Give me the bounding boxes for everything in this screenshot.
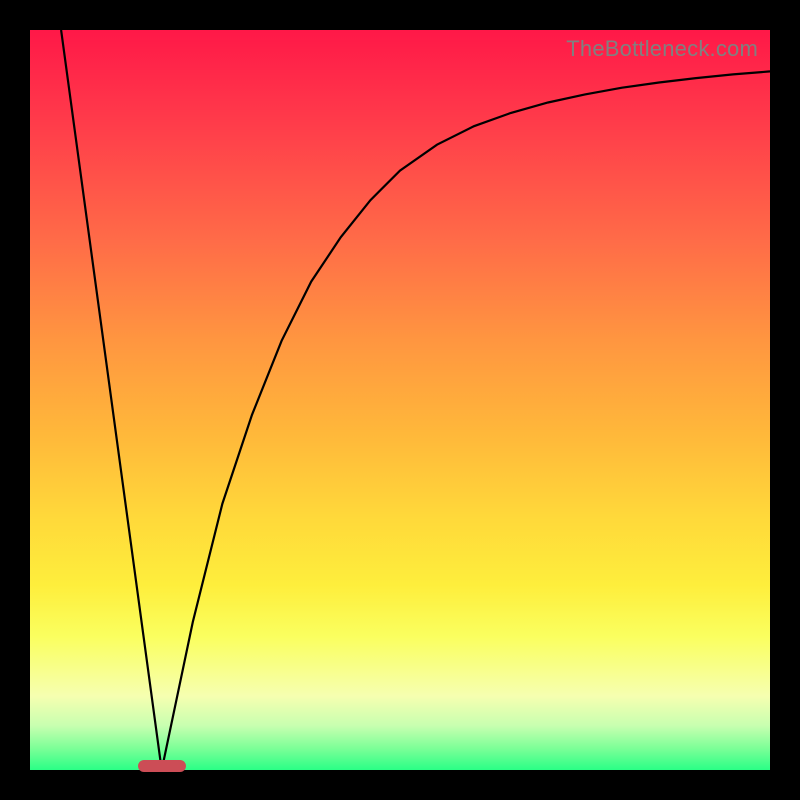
curve-path (61, 30, 770, 770)
plot-area: TheBottleneck.com (30, 30, 770, 770)
bottleneck-curve (30, 30, 770, 770)
optimum-marker (138, 760, 186, 772)
chart-frame: TheBottleneck.com (0, 0, 800, 800)
